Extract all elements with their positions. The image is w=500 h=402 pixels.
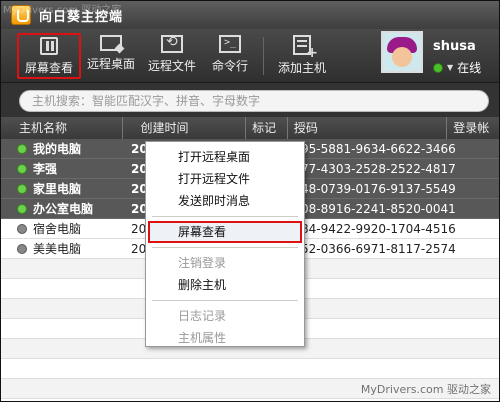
host-code: 48-0739-0176-9137-5549 xyxy=(301,181,456,196)
host-code: 08-8916-2241-8520-0041 xyxy=(301,201,456,216)
column-header-mark[interactable]: 标记 xyxy=(246,117,288,139)
command-line-icon xyxy=(219,35,241,53)
add-host-icon xyxy=(293,35,318,61)
empty-row xyxy=(1,359,499,379)
column-header-login-account[interactable]: 登录帐 xyxy=(447,117,499,139)
host-created-time: 20 xyxy=(131,241,147,256)
user-status-dropdown[interactable]: ▼ 在线 xyxy=(433,59,481,76)
online-status-icon xyxy=(17,183,27,194)
offline-status-icon xyxy=(17,223,27,234)
host-name: 李强 xyxy=(33,162,58,176)
menu-divider xyxy=(152,216,298,217)
menu-item-log-record[interactable]: 日志记录 xyxy=(146,305,304,327)
menu-item-screen-view[interactable]: 屏幕查看 xyxy=(148,221,302,243)
user-name: shusa xyxy=(433,39,476,54)
table-header: 主机名称 创建时间 标记 授码 登录帐 xyxy=(1,117,499,139)
main-window: 向日葵主控端 MyDrivers.com 驱动之家 屏幕查看 远程桌面 远程文件… xyxy=(0,0,500,402)
offline-status-icon xyxy=(17,243,27,254)
menu-item-send-message[interactable]: 发送即时消息 xyxy=(146,190,304,212)
column-header-code[interactable]: 授码 xyxy=(288,117,448,139)
host-name: 办公室电脑 xyxy=(33,202,94,216)
screen-view-label: 屏幕查看 xyxy=(24,61,73,75)
toolbar-separator xyxy=(263,37,264,75)
menu-item-open-remote-file[interactable]: 打开远程文件 xyxy=(146,168,304,190)
chevron-down-icon: ▼ xyxy=(447,63,454,72)
host-code: 84-9422-9920-1704-4516 xyxy=(301,221,456,236)
command-line-button[interactable]: 命令行 xyxy=(209,33,251,79)
host-code: 77-4303-2528-2522-4817 xyxy=(301,161,456,176)
avatar-face xyxy=(392,47,412,67)
host-created-time: 20 xyxy=(131,221,147,236)
watermark-bottom: MyDrivers.com 驱动之家 xyxy=(360,383,491,396)
add-host-button[interactable]: 添加主机 xyxy=(275,33,329,79)
search-bar: 主机搜索：智能匹配汉字、拼音、字母数字 xyxy=(1,83,499,117)
menu-divider xyxy=(152,247,298,248)
online-status-icon xyxy=(433,62,443,73)
remote-file-label: 远程文件 xyxy=(147,59,196,73)
column-header-host-name[interactable]: 主机名称 xyxy=(1,117,123,139)
host-search-input[interactable]: 主机搜索：智能匹配汉字、拼音、字母数字 xyxy=(19,90,489,112)
avatar[interactable] xyxy=(381,31,423,73)
title-bar: 向日葵主控端 MyDrivers.com 驱动之家 xyxy=(1,1,499,29)
toolbar: 屏幕查看 远程桌面 远程文件 命令行 添加主机 shusa ▼ 在线 xyxy=(1,29,499,83)
host-name: 美美电脑 xyxy=(33,242,82,256)
remote-desktop-button[interactable]: 远程桌面 xyxy=(85,33,137,79)
host-name: 家里电脑 xyxy=(33,182,82,196)
remote-desktop-label: 远程桌面 xyxy=(86,57,135,71)
menu-item-logout[interactable]: 注销登录 xyxy=(146,252,304,274)
menu-item-open-remote-desktop[interactable]: 打开远程桌面 xyxy=(146,146,304,168)
add-host-label: 添加主机 xyxy=(277,61,326,75)
menu-item-delete-host[interactable]: 删除主机 xyxy=(146,274,304,296)
screen-view-icon xyxy=(40,37,58,55)
online-status-icon xyxy=(17,163,27,174)
host-code: 52-0366-6971-8117-2574 xyxy=(301,241,456,256)
context-menu: 打开远程桌面 打开远程文件 发送即时消息 屏幕查看 注销登录 删除主机 日志记录… xyxy=(145,141,305,347)
command-line-label: 命令行 xyxy=(211,59,248,73)
host-code: 95-5881-9634-6622-3466 xyxy=(301,141,456,156)
remote-file-icon xyxy=(161,34,183,53)
watermark-top: MyDrivers.com 驱动之家 xyxy=(3,5,122,16)
menu-divider xyxy=(152,300,298,301)
host-name: 宿舍电脑 xyxy=(33,222,82,236)
online-status-icon xyxy=(17,203,27,214)
menu-item-host-properties[interactable]: 主机属性 xyxy=(146,327,304,349)
host-name: 我的电脑 xyxy=(33,142,82,156)
user-status-label: 在线 xyxy=(457,61,482,75)
online-status-icon xyxy=(17,143,27,154)
remote-desktop-icon xyxy=(100,35,122,51)
screen-view-button[interactable]: 屏幕查看 xyxy=(17,33,81,79)
remote-file-button[interactable]: 远程文件 xyxy=(146,33,198,79)
column-header-created-time[interactable]: 创建时间 xyxy=(123,117,247,139)
